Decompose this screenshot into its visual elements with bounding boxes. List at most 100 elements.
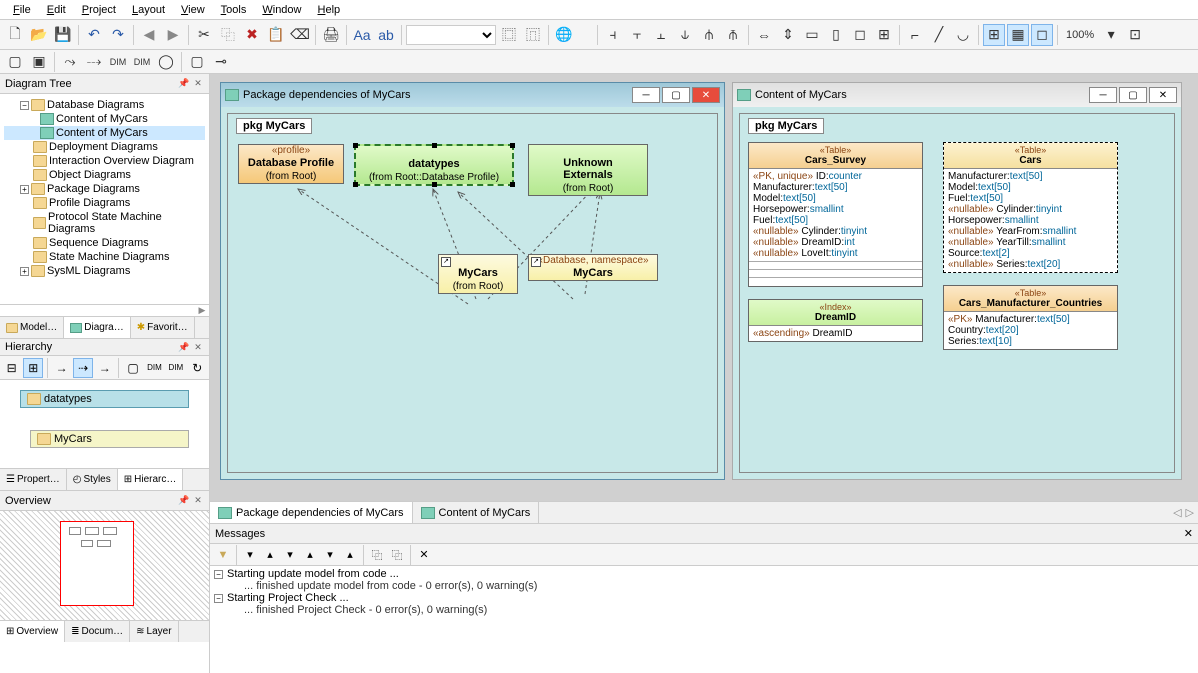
pin-icon[interactable]: 📌	[178, 341, 190, 353]
maximize-button[interactable]: ▢	[662, 87, 690, 103]
msg-btn2-icon[interactable]: ▾	[241, 546, 259, 564]
close-icon[interactable]: ✕	[192, 341, 204, 353]
collapse-icon[interactable]: −	[214, 594, 223, 603]
tree-item[interactable]: Interaction Overview Diagram	[4, 154, 205, 168]
clear-icon[interactable]: ✕	[415, 546, 433, 564]
hier-dim2-icon[interactable]: DIM	[166, 358, 185, 378]
menu-edit[interactable]: Edit	[39, 2, 74, 18]
line-style2-icon[interactable]: ╱	[928, 24, 950, 46]
tree-item[interactable]: +SysML Diagrams	[4, 264, 205, 278]
tree-item[interactable]: Object Diagrams	[4, 168, 205, 182]
new-file-icon[interactable]: 🗋	[4, 24, 26, 46]
zoom-dropdown-icon[interactable]: ▾	[1100, 24, 1122, 46]
globe-icon[interactable]: 🌐	[553, 24, 575, 46]
menu-layout[interactable]: Layout	[124, 2, 173, 18]
uml-box-mycars-db[interactable]: ↗ «Database, namespace» MyCars	[528, 254, 658, 281]
doc-body[interactable]: pkg MyCars «Table»Cars_Survey «PK, uniqu…	[733, 107, 1181, 479]
doc-titlebar[interactable]: Content of MyCars ─ ▢ ✕	[733, 83, 1181, 107]
tree-item[interactable]: −Database Diagrams	[4, 98, 205, 112]
tb2-btn2-icon[interactable]: ▣	[28, 51, 50, 73]
hier-arrow3-icon[interactable]: →	[95, 358, 114, 378]
msg-btn7-icon[interactable]: ▴	[341, 546, 359, 564]
print-icon[interactable]: 🖨	[320, 24, 342, 46]
close-button[interactable]: ✕	[1149, 87, 1177, 103]
minimize-button[interactable]: ─	[632, 87, 660, 103]
tb2-btn1-icon[interactable]: ▢	[4, 51, 26, 73]
open-file-icon[interactable]: 📂	[28, 24, 50, 46]
uml-box-database-profile[interactable]: «profile» Database Profile (from Root)	[238, 144, 344, 184]
close-icon[interactable]: ✕	[192, 78, 204, 90]
menu-help[interactable]: Help	[310, 2, 349, 18]
snap-icon[interactable]: ▦	[1007, 24, 1029, 46]
doc-titlebar[interactable]: Package dependencies of MyCars ─ ▢ ✕	[221, 83, 724, 107]
msg-btn3-icon[interactable]: ▴	[261, 546, 279, 564]
hier-btn1-icon[interactable]: ⊟	[2, 358, 21, 378]
uml-box-unknown-externals[interactable]: Unknown Externals (from Root)	[528, 144, 648, 196]
table-dreamid[interactable]: «Index»DreamID «ascending» DreamID	[748, 299, 923, 342]
paste-nope-icon[interactable]: ✖	[241, 24, 263, 46]
overview-viewport[interactable]	[60, 521, 134, 606]
pin-icon[interactable]: 📌	[178, 495, 190, 507]
redo-icon[interactable]: ↷	[107, 24, 129, 46]
tab-properties[interactable]: ☰ Propert…	[0, 469, 67, 490]
menu-window[interactable]: Window	[254, 2, 309, 18]
uml-box-datatypes[interactable]: datatypes (from Root::Database Profile)	[354, 144, 514, 186]
align-bottom-icon[interactable]: ⫚	[722, 24, 744, 46]
tree-item[interactable]: Sequence Diagrams	[4, 236, 205, 250]
tree-item[interactable]: Content of MyCars	[4, 112, 205, 126]
table-cars[interactable]: «Table»Cars Manufacturer:text[50]Model:t…	[943, 142, 1118, 273]
filter-icon[interactable]: ▼	[214, 546, 232, 564]
zoom-fit-icon[interactable]: ⊡	[1124, 24, 1146, 46]
undo-icon[interactable]: ↶	[83, 24, 105, 46]
tab-overview[interactable]: ⊞ Overview	[0, 621, 65, 642]
align-middle-icon[interactable]: ⫛	[698, 24, 720, 46]
tab-styles[interactable]: ◴ Styles	[67, 469, 118, 490]
align-top-icon[interactable]: ⫝	[674, 24, 696, 46]
same-size-icon[interactable]: ◻	[849, 24, 871, 46]
msg-btn5-icon[interactable]: ▴	[301, 546, 319, 564]
prev-icon[interactable]: ◀	[138, 24, 160, 46]
tab-favorites[interactable]: ✱Favorit…	[131, 317, 195, 338]
hier-dim1-icon[interactable]: DIM	[145, 358, 164, 378]
paste-icon[interactable]: 📋	[265, 24, 287, 46]
tb2-dep-icon[interactable]: ⤏	[83, 51, 105, 73]
align-center-h-icon[interactable]: ⫟	[626, 24, 648, 46]
tab-layer[interactable]: ≋ Layer	[130, 621, 178, 642]
tree-item[interactable]: Profile Diagrams	[4, 196, 205, 210]
tb2-arrow-icon[interactable]: ⤳	[59, 51, 81, 73]
menu-file[interactable]: File	[5, 2, 39, 18]
hierarchy-node-mycars[interactable]: MyCars	[30, 430, 189, 448]
hierarchy-node-datatypes[interactable]: datatypes	[20, 390, 189, 408]
diagram-tree[interactable]: −Database DiagramsContent of MyCarsConte…	[0, 94, 209, 304]
tb2-note-icon[interactable]: ▢	[186, 51, 208, 73]
messages-body[interactable]: −Starting update model from code ... ...…	[210, 566, 1198, 673]
tree-item[interactable]: +Package Diagrams	[4, 182, 205, 196]
tb2-dim2-icon[interactable]: DIM	[131, 51, 153, 73]
menu-view[interactable]: View	[173, 2, 213, 18]
doc-window-content-mycars[interactable]: Content of MyCars ─ ▢ ✕ pkg MyCars «Ta	[732, 82, 1182, 480]
cut-icon[interactable]: ✂	[193, 24, 215, 46]
tab-documentation[interactable]: ≣ Docum…	[65, 621, 130, 642]
msg-btn6-icon[interactable]: ▾	[321, 546, 339, 564]
fit-icon[interactable]: ◻	[1031, 24, 1053, 46]
close-icon[interactable]: ✕	[192, 495, 204, 507]
close-icon[interactable]: ✕	[1184, 527, 1193, 540]
layout-icon[interactable]: ⊞	[873, 24, 895, 46]
table-cars-survey[interactable]: «Table»Cars_Survey «PK, unique» ID:count…	[748, 142, 923, 287]
tb-action1-icon[interactable]: ⿴	[498, 24, 520, 46]
menu-tools[interactable]: Tools	[213, 2, 255, 18]
line-style1-icon[interactable]: ⌐	[904, 24, 926, 46]
space-v-icon[interactable]: ⇕	[777, 24, 799, 46]
align-left-icon[interactable]: ⫞	[602, 24, 624, 46]
save-icon[interactable]: 💾	[52, 24, 74, 46]
msg-btn4-icon[interactable]: ▾	[281, 546, 299, 564]
same-width-icon[interactable]: ▭	[801, 24, 823, 46]
collapse-icon[interactable]: −	[214, 570, 223, 579]
hier-refresh-icon[interactable]: ↻	[188, 358, 207, 378]
hier-rect-icon[interactable]: ▢	[123, 358, 142, 378]
doc-body[interactable]: pkg MyCars «profile» Database	[221, 107, 724, 479]
copy-icon[interactable]: ⿻	[217, 24, 239, 46]
delete-icon[interactable]: ⌫	[289, 24, 311, 46]
tab-hierarchy[interactable]: ⊞ Hierarc…	[118, 469, 184, 490]
copy-all-icon[interactable]: ⿻	[388, 546, 406, 564]
